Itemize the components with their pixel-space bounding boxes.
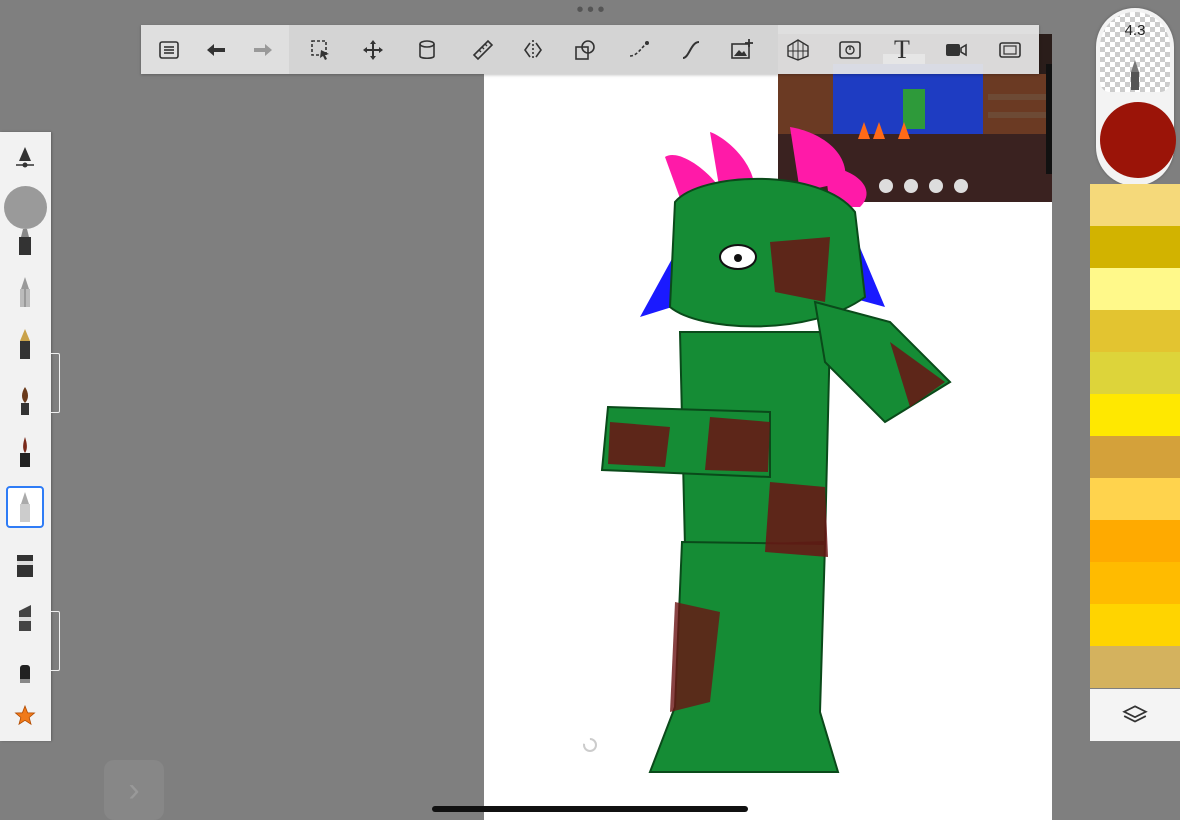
- layers-icon: [1122, 705, 1148, 723]
- stroke-icon[interactable]: [674, 33, 708, 67]
- palette-swatch[interactable]: [1090, 436, 1180, 478]
- brush-tip-icon: [1131, 60, 1139, 90]
- redo-icon[interactable]: [246, 33, 280, 67]
- brush-puck[interactable]: 4.3: [1096, 8, 1176, 186]
- toolbar-drag-handle[interactable]: • • •: [574, 0, 606, 20]
- favorite-star-icon[interactable]: [6, 696, 44, 736]
- shapes-icon[interactable]: [568, 33, 602, 67]
- ruler-icon[interactable]: [466, 33, 500, 67]
- eraser-icon[interactable]: [6, 652, 44, 692]
- curve-icon[interactable]: [622, 33, 656, 67]
- fullscreen-icon[interactable]: [993, 33, 1027, 67]
- transform-icon[interactable]: [356, 33, 390, 67]
- selected-pencil-icon[interactable]: [6, 486, 44, 528]
- add-image-icon[interactable]: [725, 33, 759, 67]
- chevron-right-icon: ›: [128, 770, 140, 809]
- home-indicator[interactable]: [432, 806, 748, 812]
- text-tool-glyph: T: [894, 35, 910, 64]
- palette-swatch[interactable]: [1090, 604, 1180, 646]
- pencil-brush-icon[interactable]: [6, 272, 44, 312]
- palette-swatch[interactable]: [1090, 646, 1180, 688]
- fountain-pen-icon[interactable]: [6, 324, 44, 364]
- palette-swatch[interactable]: [1090, 478, 1180, 520]
- panel-slider-top[interactable]: [51, 353, 60, 413]
- panel-slider-bottom[interactable]: [51, 611, 60, 671]
- selection-icon[interactable]: [304, 33, 338, 67]
- timelapse-icon[interactable]: [833, 33, 867, 67]
- record-icon[interactable]: [939, 33, 973, 67]
- paint-brush-icon[interactable]: [6, 380, 44, 420]
- main-toolbar: T: [141, 25, 1039, 74]
- ink-brush-icon[interactable]: [6, 432, 44, 472]
- color-panel: 4.3: [1090, 0, 1180, 741]
- palette-swatch[interactable]: [1090, 394, 1180, 436]
- expand-panel-button[interactable]: ›: [104, 760, 164, 820]
- airbrush-icon[interactable]: [6, 544, 44, 584]
- marker-brush-icon[interactable]: [6, 220, 44, 260]
- brush-size-value: 4.3: [1124, 22, 1146, 39]
- character-drawing[interactable]: [590, 92, 970, 792]
- palette-swatch[interactable]: [1090, 310, 1180, 352]
- sync-icon: [583, 738, 597, 752]
- palette-swatch[interactable]: [1090, 352, 1180, 394]
- fill-bucket-icon[interactable]: [410, 33, 444, 67]
- palette-swatch[interactable]: [1090, 520, 1180, 562]
- undo-icon[interactable]: [199, 33, 233, 67]
- palette-swatch[interactable]: [1090, 562, 1180, 604]
- current-color-swatch[interactable]: [1100, 102, 1176, 178]
- palette-swatch[interactable]: [1090, 226, 1180, 268]
- text-icon[interactable]: T: [885, 33, 919, 67]
- symmetry-icon[interactable]: [516, 33, 550, 67]
- brush-settings-icon[interactable]: [6, 138, 44, 178]
- layer-list-icon[interactable]: [152, 33, 186, 67]
- color-palette: [1090, 184, 1180, 688]
- brush-library-panel: [0, 132, 51, 741]
- palette-swatch[interactable]: [1090, 268, 1180, 310]
- palette-swatch[interactable]: [1090, 184, 1180, 226]
- chisel-brush-icon[interactable]: [6, 598, 44, 638]
- layers-button[interactable]: [1090, 689, 1180, 741]
- perspective-icon[interactable]: [781, 33, 815, 67]
